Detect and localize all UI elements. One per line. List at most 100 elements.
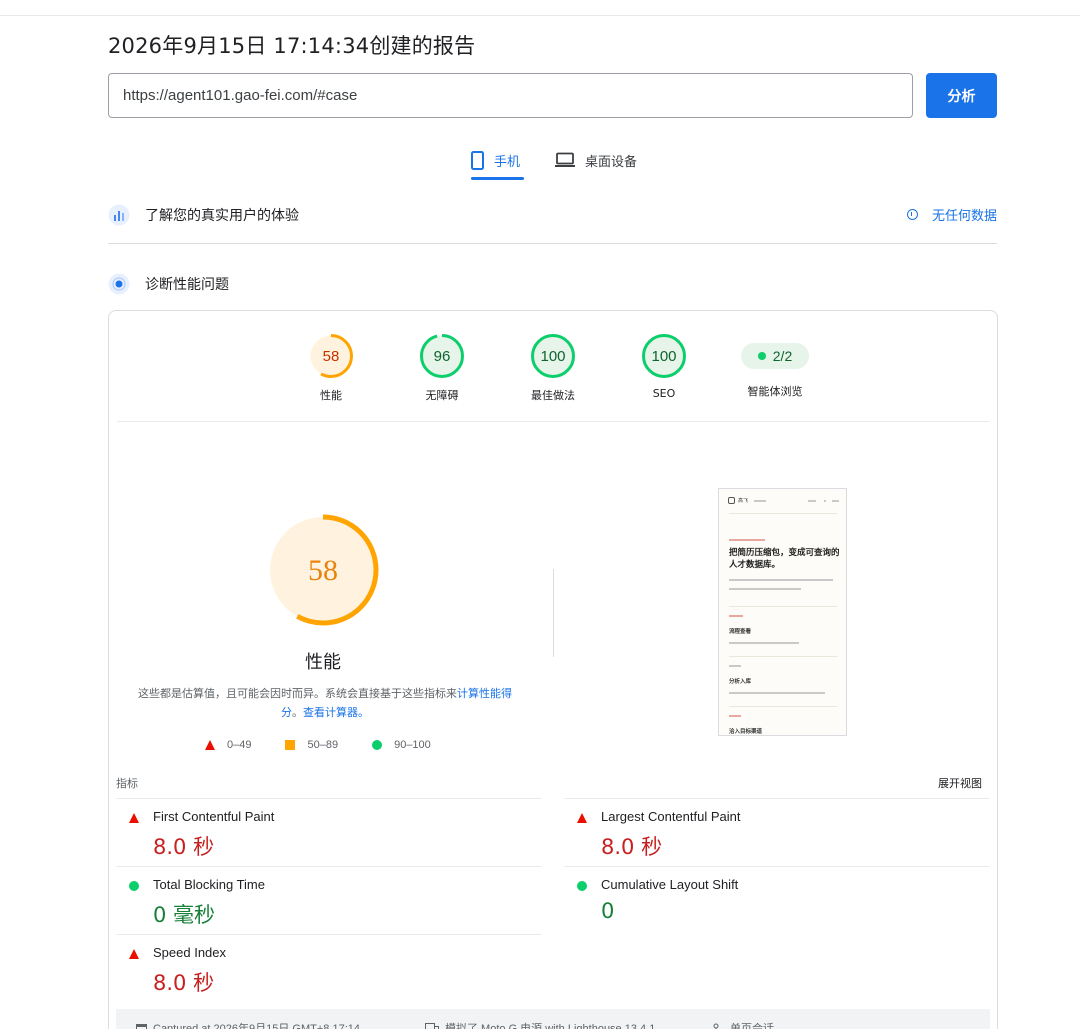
no-data-link[interactable]: 无任何数据 <box>906 205 997 224</box>
thumb-divider <box>729 513 837 514</box>
expand-view-toggle[interactable]: 展开视图 <box>938 775 982 791</box>
thumb-headline: 把简历压缩包，变成可查询的人才数据库。 <box>729 548 840 570</box>
vertical-divider <box>553 569 554 657</box>
metric-name: Speed Index <box>153 945 227 960</box>
top-divider <box>0 15 1080 16</box>
gauge-ring: 96 <box>420 334 464 378</box>
diagnose-title: 诊断性能问题 <box>145 277 229 293</box>
legend-good: 90–100 <box>372 739 431 751</box>
thumb-divider <box>729 606 837 607</box>
lighthouse-report-card: 58 性能 96 无障碍 100 最佳做法 100 SEO 2/2 智能体浏览 … <box>108 310 998 1029</box>
thumb-step-label <box>729 715 741 717</box>
page-screenshot-thumbnail[interactable]: 高飞 把简历压缩包，变成可查询的人才数据库。 流程查看 分析入库 洽入目标渠道 <box>718 488 847 736</box>
thumb-nav-line <box>808 500 816 502</box>
metric-value: 8.0 秒 <box>153 835 215 859</box>
session-info: 单页会话 <box>713 1020 774 1029</box>
thumb-section-2: 分析入库 <box>729 679 752 685</box>
calendar-icon <box>136 1023 147 1029</box>
crux-divider <box>108 243 997 244</box>
pass-circle-icon <box>577 881 587 891</box>
metric-name: Cumulative Layout Shift <box>601 877 739 892</box>
crux-title: 了解您的真实用户的体验 <box>145 208 299 224</box>
legend-good-label: 90–100 <box>394 739 431 751</box>
performance-label: 性能 <box>305 652 341 673</box>
gauge-best-practices[interactable]: 100 最佳做法 <box>513 333 593 403</box>
thumb-step-label <box>729 665 741 667</box>
run-info-bar: Captured at 2026年9月15日 GMT+8 17:14 模拟了 M… <box>116 1009 990 1029</box>
fail-triangle-icon <box>129 813 139 823</box>
diagnose-section-header: 诊断性能问题 <box>108 272 997 296</box>
thumb-divider <box>729 706 837 707</box>
desc-separator: 。 <box>292 706 303 719</box>
gauge-performance[interactable]: 58 性能 <box>291 333 371 403</box>
thumb-divider <box>729 656 837 657</box>
gauge-label: 智能体浏览 <box>747 385 803 398</box>
metrics-header: 指标 展开视图 <box>116 775 982 791</box>
thumb-step-label <box>729 615 743 617</box>
tab-desktop[interactable]: 桌面设备 <box>555 140 637 180</box>
fail-triangle-icon <box>129 949 139 959</box>
performance-big-gauge: 58 <box>267 514 379 626</box>
session-text: 单页会话 <box>730 1023 774 1029</box>
legend-bad-label: 0–49 <box>227 739 252 751</box>
metric-cls: Cumulative Layout Shift 0 <box>564 866 989 932</box>
thumb-nav-line <box>832 500 839 502</box>
performance-score: 58 <box>308 554 338 587</box>
metric-fcp: First Contentful Paint 8.0 秒 <box>116 798 541 864</box>
thumb-text-line <box>729 692 825 694</box>
agent-browse-value: 2/2 <box>772 348 793 364</box>
performance-description: 这些都是估算值，且可能会因时而异。系统会直接基于这些指标来计算性能得分。查看计算… <box>135 684 515 722</box>
gauge-seo[interactable]: 100 SEO <box>624 333 704 400</box>
thumb-text-line <box>729 642 799 644</box>
legend-bad: 0–49 <box>205 739 251 751</box>
metric-lcp: Largest Contentful Paint 8.0 秒 <box>564 798 989 864</box>
gauge-score: 96 <box>434 348 451 365</box>
score-legend: 0–49 50–89 90–100 <box>205 739 465 751</box>
gauge-score: 58 <box>323 348 340 365</box>
gauge-accessibility[interactable]: 96 无障碍 <box>402 333 482 403</box>
report-title: 2026年9月15日 17:14:34创建的报告 <box>108 34 476 58</box>
pass-circle-icon <box>372 740 383 750</box>
desc-text: 这些都是估算值，且可能会因时而异。系统会直接基于这些指标来 <box>138 687 457 700</box>
gauge-agent-browse[interactable]: 2/2 智能体浏览 <box>735 333 815 399</box>
legend-average: 50–89 <box>285 739 338 751</box>
url-input[interactable] <box>108 73 913 118</box>
legend-average-label: 50–89 <box>307 739 339 751</box>
fail-triangle-icon <box>205 740 215 750</box>
gauge-ring: 100 <box>531 334 575 378</box>
metrics-title: 指标 <box>116 777 138 790</box>
metric-value: 8.0 秒 <box>601 835 663 859</box>
laptop-icon <box>555 152 575 167</box>
thumb-text-line <box>729 588 801 590</box>
agent-browse-pill: 2/2 <box>741 343 809 369</box>
gauge-ring: 100 <box>642 334 686 378</box>
calculator-link[interactable]: 查看计算器。 <box>303 706 369 719</box>
lighthouse-icon <box>108 273 130 295</box>
no-data-label: 无任何数据 <box>931 209 997 224</box>
analyze-button[interactable]: 分析 <box>926 73 997 118</box>
metric-si: Speed Index 8.0 秒 <box>116 934 541 1000</box>
info-icon <box>906 209 918 220</box>
metric-tbt: Total Blocking Time 0 毫秒 <box>116 866 541 932</box>
captured-info: Captured at 2026年9月15日 GMT+8 17:14 <box>136 1020 360 1029</box>
average-square-icon <box>285 740 296 750</box>
tab-mobile-label: 手机 <box>494 154 521 170</box>
metric-name: Largest Contentful Paint <box>601 809 741 824</box>
phone-icon <box>471 150 484 170</box>
gauges-divider <box>117 421 989 422</box>
users-chart-icon <box>108 204 130 226</box>
thumb-section-1: 流程查看 <box>729 629 752 635</box>
thumb-nav-line <box>754 500 766 502</box>
crux-section-header[interactable]: 了解您的真实用户的体验 无任何数据 <box>108 203 997 227</box>
thumb-header: 高飞 <box>728 497 839 505</box>
thumb-eyebrow <box>729 539 765 541</box>
gauge-label: 最佳做法 <box>531 389 575 402</box>
thumb-nav-line <box>824 500 826 502</box>
gauge-score: 100 <box>651 348 676 365</box>
metric-name: First Contentful Paint <box>153 809 275 824</box>
devices-icon <box>425 1022 439 1029</box>
tab-mobile[interactable]: 手机 <box>471 140 524 180</box>
gauge-label: SEO <box>652 387 676 400</box>
gauge-label: 无障碍 <box>425 389 459 402</box>
gauge-label: 性能 <box>320 389 342 402</box>
